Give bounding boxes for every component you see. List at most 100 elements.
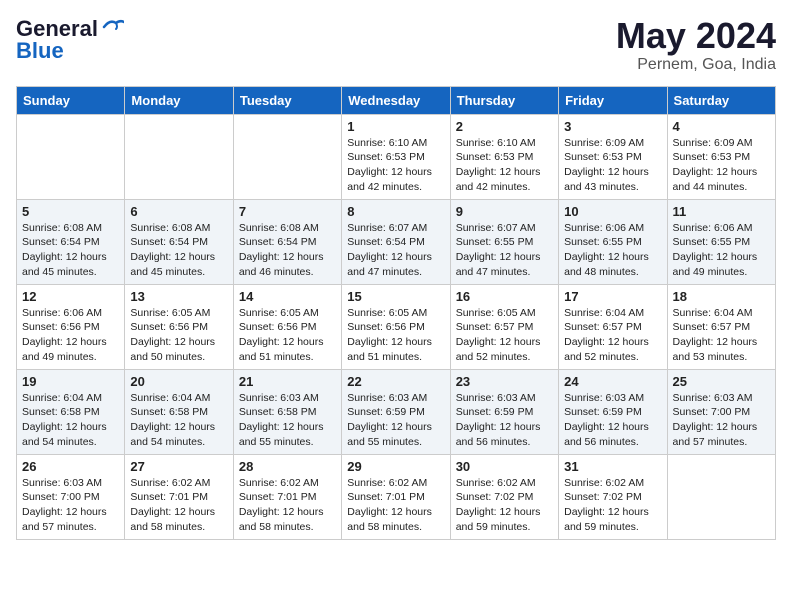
day-number: 20 [130,374,227,389]
day-info: Sunrise: 6:10 AMSunset: 6:53 PMDaylight:… [347,136,444,195]
empty-day-cell [667,454,775,539]
day-number: 2 [456,119,553,134]
day-number: 27 [130,459,227,474]
weekday-header-monday: Monday [125,86,233,114]
location: Pernem, Goa, India [616,56,776,74]
calendar-day-cell: 6 Sunrise: 6:08 AMSunset: 6:54 PMDaylight… [125,199,233,284]
calendar-day-cell: 12Sunrise: 6:06 AMSunset: 6:56 PMDayligh… [17,284,125,369]
weekday-header-thursday: Thursday [450,86,558,114]
day-info: Sunrise: 6:04 AMSunset: 6:57 PMDaylight:… [673,306,770,365]
calendar-day-cell: 11 Sunrise: 6:06 AMSunset: 6:55 PMDayligh… [667,199,775,284]
day-info: Sunrise: 6:02 AMSunset: 7:01 PMDaylight:… [239,476,336,535]
empty-day-cell [233,114,341,199]
calendar-day-cell: 29Sunrise: 6:02 AMSunset: 7:01 PMDayligh… [342,454,450,539]
calendar-day-cell: 17Sunrise: 6:04 AMSunset: 6:57 PMDayligh… [559,284,667,369]
calendar-day-cell: 18 Sunrise: 6:04 AMSunset: 6:57 PMDayligh… [667,284,775,369]
calendar-day-cell: 27 Sunrise: 6:02 AMSunset: 7:01 PMDayligh… [125,454,233,539]
calendar-table: SundayMondayTuesdayWednesdayThursdayFrid… [16,86,776,540]
calendar-day-cell: 1 Sunrise: 6:10 AMSunset: 6:53 PMDaylight… [342,114,450,199]
day-number: 18 [673,289,770,304]
day-number: 6 [130,204,227,219]
calendar-day-cell: 2Sunrise: 6:10 AMSunset: 6:53 PMDaylight… [450,114,558,199]
day-info: Sunrise: 6:03 AMSunset: 7:00 PMDaylight:… [673,391,770,450]
calendar-day-cell: 26Sunrise: 6:03 AMSunset: 7:00 PMDayligh… [17,454,125,539]
calendar-day-cell: 25 Sunrise: 6:03 AMSunset: 7:00 PMDayligh… [667,369,775,454]
logo-bird-icon [102,19,124,35]
day-number: 13 [130,289,227,304]
calendar-day-cell: 16 Sunrise: 6:05 AMSunset: 6:57 PMDayligh… [450,284,558,369]
day-number: 10 [564,204,661,219]
calendar-day-cell: 28 Sunrise: 6:02 AMSunset: 7:01 PMDayligh… [233,454,341,539]
day-info: Sunrise: 6:04 AMSunset: 6:58 PMDaylight:… [130,391,227,450]
calendar-day-cell: 9 Sunrise: 6:07 AMSunset: 6:55 PMDaylight… [450,199,558,284]
day-number: 31 [564,459,661,474]
logo: General Blue [16,16,124,64]
day-number: 3 [564,119,661,134]
calendar-day-cell: 31 Sunrise: 6:02 AMSunset: 7:02 PMDayligh… [559,454,667,539]
calendar-day-cell: 15 Sunrise: 6:05 AMSunset: 6:56 PMDayligh… [342,284,450,369]
day-info: Sunrise: 6:07 AMSunset: 6:55 PMDaylight:… [456,221,553,280]
day-number: 28 [239,459,336,474]
weekday-header-tuesday: Tuesday [233,86,341,114]
day-number: 8 [347,204,444,219]
weekday-header-friday: Friday [559,86,667,114]
day-number: 16 [456,289,553,304]
day-info: Sunrise: 6:02 AMSunset: 7:02 PMDaylight:… [456,476,553,535]
day-info: Sunrise: 6:05 AMSunset: 6:56 PMDaylight:… [130,306,227,365]
day-number: 11 [673,204,770,219]
day-number: 26 [22,459,119,474]
day-info: Sunrise: 6:05 AMSunset: 6:56 PMDaylight:… [347,306,444,365]
calendar-day-cell: 3 Sunrise: 6:09 AMSunset: 6:53 PMDaylight… [559,114,667,199]
day-info: Sunrise: 6:02 AMSunset: 7:02 PMDaylight:… [564,476,661,535]
calendar-week-row: 1 Sunrise: 6:10 AMSunset: 6:53 PMDaylight… [17,114,776,199]
calendar-day-cell: 13 Sunrise: 6:05 AMSunset: 6:56 PMDayligh… [125,284,233,369]
logo-blue-text: Blue [16,38,64,64]
day-info: Sunrise: 6:06 AMSunset: 6:55 PMDaylight:… [564,221,661,280]
day-info: Sunrise: 6:08 AMSunset: 6:54 PMDaylight:… [239,221,336,280]
day-info: Sunrise: 6:06 AMSunset: 6:55 PMDaylight:… [673,221,770,280]
calendar-week-row: 19 Sunrise: 6:04 AMSunset: 6:58 PMDayligh… [17,369,776,454]
calendar-day-cell: 19 Sunrise: 6:04 AMSunset: 6:58 PMDayligh… [17,369,125,454]
day-info: Sunrise: 6:04 AMSunset: 6:58 PMDaylight:… [22,391,119,450]
day-info: Sunrise: 6:09 AMSunset: 6:53 PMDaylight:… [564,136,661,195]
title-block: May 2024 Pernem, Goa, India [616,16,776,74]
day-number: 19 [22,374,119,389]
day-info: Sunrise: 6:03 AMSunset: 6:59 PMDaylight:… [564,391,661,450]
calendar-week-row: 5 Sunrise: 6:08 AMSunset: 6:54 PMDaylight… [17,199,776,284]
day-number: 5 [22,204,119,219]
calendar-day-cell: 30 Sunrise: 6:02 AMSunset: 7:02 PMDayligh… [450,454,558,539]
calendar-day-cell: 23Sunrise: 6:03 AMSunset: 6:59 PMDayligh… [450,369,558,454]
day-number: 15 [347,289,444,304]
empty-day-cell [17,114,125,199]
day-info: Sunrise: 6:06 AMSunset: 6:56 PMDaylight:… [22,306,119,365]
calendar-week-row: 26Sunrise: 6:03 AMSunset: 7:00 PMDayligh… [17,454,776,539]
calendar-day-cell: 4 Sunrise: 6:09 AMSunset: 6:53 PMDaylight… [667,114,775,199]
calendar-day-cell: 8Sunrise: 6:07 AMSunset: 6:54 PMDaylight… [342,199,450,284]
calendar-day-cell: 5 Sunrise: 6:08 AMSunset: 6:54 PMDaylight… [17,199,125,284]
weekday-header-saturday: Saturday [667,86,775,114]
calendar-day-cell: 10 Sunrise: 6:06 AMSunset: 6:55 PMDayligh… [559,199,667,284]
day-number: 24 [564,374,661,389]
day-number: 1 [347,119,444,134]
day-number: 22 [347,374,444,389]
day-info: Sunrise: 6:09 AMSunset: 6:53 PMDaylight:… [673,136,770,195]
day-number: 9 [456,204,553,219]
day-number: 14 [239,289,336,304]
weekday-header-wednesday: Wednesday [342,86,450,114]
day-number: 4 [673,119,770,134]
day-info: Sunrise: 6:03 AMSunset: 6:59 PMDaylight:… [456,391,553,450]
calendar-day-cell: 24 Sunrise: 6:03 AMSunset: 6:59 PMDayligh… [559,369,667,454]
month-title: May 2024 [616,16,776,56]
day-info: Sunrise: 6:08 AMSunset: 6:54 PMDaylight:… [130,221,227,280]
calendar-day-cell: 22 Sunrise: 6:03 AMSunset: 6:59 PMDayligh… [342,369,450,454]
day-number: 25 [673,374,770,389]
day-info: Sunrise: 6:03 AMSunset: 6:59 PMDaylight:… [347,391,444,450]
calendar-day-cell: 7Sunrise: 6:08 AMSunset: 6:54 PMDaylight… [233,199,341,284]
day-info: Sunrise: 6:08 AMSunset: 6:54 PMDaylight:… [22,221,119,280]
day-info: Sunrise: 6:05 AMSunset: 6:57 PMDaylight:… [456,306,553,365]
day-number: 30 [456,459,553,474]
day-info: Sunrise: 6:02 AMSunset: 7:01 PMDaylight:… [130,476,227,535]
weekday-header-row: SundayMondayTuesdayWednesdayThursdayFrid… [17,86,776,114]
day-number: 21 [239,374,336,389]
day-info: Sunrise: 6:05 AMSunset: 6:56 PMDaylight:… [239,306,336,365]
